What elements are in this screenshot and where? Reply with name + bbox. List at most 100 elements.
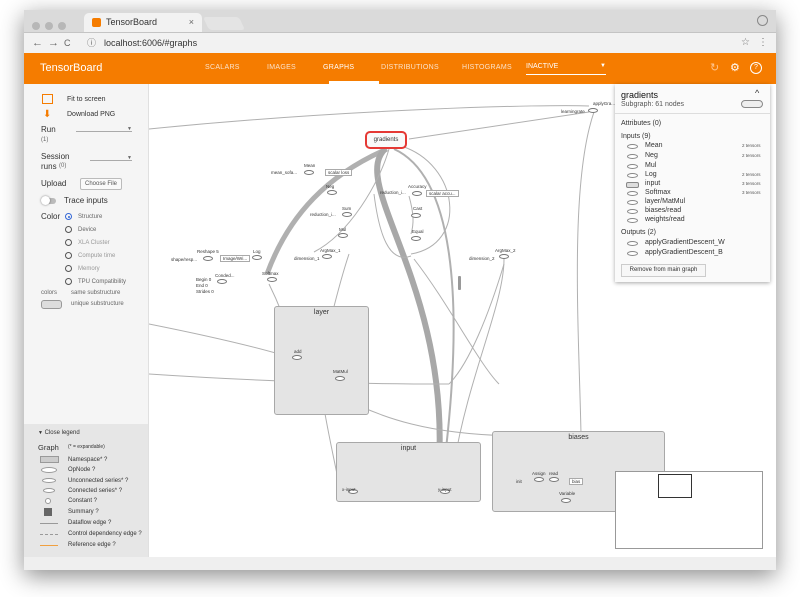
- input-name[interactable]: Softmax: [645, 189, 671, 196]
- browser-tab[interactable]: TensorBoard ×: [84, 13, 202, 32]
- node-label: mean_sofa...: [271, 170, 298, 175]
- op-node[interactable]: [335, 376, 345, 381]
- close-legend-button[interactable]: ▼ Close legend: [38, 430, 80, 436]
- output-name[interactable]: applyGradientDescent_W: [645, 239, 725, 246]
- chevron-down-icon: ▼: [38, 430, 43, 436]
- app-title: TensorBoard: [40, 62, 103, 74]
- gradients-node-selected[interactable]: gradients: [365, 131, 407, 149]
- inactive-plugins-dropdown[interactable]: INACTIVE ▼: [526, 63, 606, 75]
- download-icon[interactable]: ⬇: [43, 109, 54, 120]
- legend-dataflow-edge[interactable]: Dataflow edge ?: [68, 520, 111, 526]
- op-node[interactable]: [549, 477, 559, 482]
- node-label: Begin 0: [196, 277, 212, 282]
- input-name[interactable]: Mul: [645, 162, 656, 169]
- choose-file-button[interactable]: Choose File: [80, 178, 122, 190]
- run-label: Run: [41, 125, 56, 134]
- input-node-icon: [627, 200, 638, 205]
- output-name[interactable]: applyGradientDescent_B: [645, 249, 723, 256]
- account-icon[interactable]: [757, 15, 768, 26]
- tensorboard-toolbar: TensorBoard SCALARS IMAGES GRAPHS DISTRI…: [24, 53, 776, 84]
- download-png-button[interactable]: Download PNG: [67, 111, 115, 118]
- back-arrow-icon[interactable]: ←: [32, 36, 43, 50]
- op-node[interactable]: [412, 191, 422, 196]
- legend-namespace[interactable]: Namespace* ?: [68, 457, 107, 463]
- bookmark-star-icon[interactable]: ☆: [741, 36, 750, 50]
- color-radio-compute-time[interactable]: [65, 252, 72, 259]
- input-namespace-node[interactable]: input: [336, 442, 481, 502]
- input-name[interactable]: biases/read: [645, 207, 681, 214]
- color-radio-xla[interactable]: [65, 239, 72, 246]
- trace-inputs-toggle[interactable]: [41, 196, 56, 205]
- op-node[interactable]: [338, 233, 348, 238]
- op-node[interactable]: [411, 236, 421, 241]
- remove-from-main-graph-button[interactable]: Remove from main graph: [621, 264, 706, 277]
- op-node[interactable]: [411, 213, 421, 218]
- op-node[interactable]: [267, 277, 277, 282]
- legend-summary[interactable]: Summary ?: [68, 509, 99, 515]
- graph-minimap[interactable]: [615, 471, 763, 549]
- minimap-viewport[interactable]: [658, 474, 692, 498]
- op-node[interactable]: [561, 498, 571, 503]
- input-name[interactable]: Neg: [645, 152, 658, 159]
- legend-unconnected-series[interactable]: Unconnected series* ?: [68, 478, 128, 484]
- browser-menu-icon[interactable]: ⋮: [758, 36, 768, 50]
- tab-histograms[interactable]: HISTOGRAMS: [462, 64, 512, 71]
- op-node[interactable]: [499, 254, 509, 259]
- browser-tab-strip: TensorBoard ×: [24, 10, 776, 33]
- url-field[interactable]: localhost:6006/#graphs: [104, 36, 197, 50]
- color-option-tpu[interactable]: TPU Compatibility: [78, 279, 126, 285]
- op-node[interactable]: [252, 255, 262, 260]
- tab-scalars[interactable]: SCALARS: [205, 64, 240, 71]
- op-node[interactable]: [322, 254, 332, 259]
- tab-graphs[interactable]: GRAPHS: [323, 64, 354, 71]
- color-option-xla[interactable]: XLA Cluster: [78, 240, 110, 246]
- color-radio-device[interactable]: [65, 226, 72, 233]
- color-option-structure[interactable]: Structure: [78, 214, 102, 220]
- fit-to-screen-button[interactable]: Fit to screen: [67, 96, 106, 103]
- color-radio-memory[interactable]: [65, 265, 72, 272]
- collapse-panel-icon[interactable]: ^: [755, 88, 759, 98]
- op-node[interactable]: [292, 355, 302, 360]
- input-name[interactable]: input: [645, 180, 660, 187]
- unique-substructure-swatch: [41, 300, 62, 309]
- input-name[interactable]: Log: [645, 171, 657, 178]
- opnode-legend-icon: [41, 467, 57, 473]
- color-option-device[interactable]: Device: [78, 227, 96, 233]
- color-radio-tpu[interactable]: [65, 278, 72, 285]
- layer-namespace-node[interactable]: layer: [274, 306, 369, 415]
- fit-to-screen-icon[interactable]: [42, 94, 53, 104]
- input-name[interactable]: weights/read: [645, 216, 685, 223]
- legend-connected-series[interactable]: Connected series* ?: [68, 488, 122, 494]
- color-radio-structure[interactable]: [65, 213, 72, 220]
- attributes-heading: Attributes (0): [621, 120, 662, 127]
- color-option-compute-time[interactable]: Compute time: [78, 253, 115, 259]
- scroll-handle[interactable]: [458, 276, 461, 290]
- color-option-memory[interactable]: Memory: [78, 266, 100, 272]
- help-icon[interactable]: ?: [750, 62, 762, 74]
- tab-distributions[interactable]: DISTRIBUTIONS: [381, 64, 439, 71]
- new-tab-button[interactable]: [202, 17, 246, 30]
- op-node[interactable]: [534, 477, 544, 482]
- forward-arrow-icon[interactable]: →: [48, 36, 59, 50]
- session-runs-select[interactable]: [90, 160, 132, 161]
- op-node[interactable]: [304, 170, 314, 175]
- site-info-icon[interactable]: ⓘ: [87, 36, 96, 50]
- op-node[interactable]: [588, 108, 598, 113]
- legend-reference-edge[interactable]: Reference edge ?: [68, 542, 116, 548]
- op-node[interactable]: [327, 190, 337, 195]
- refresh-icon[interactable]: ↻: [710, 61, 719, 74]
- input-name[interactable]: Mean: [645, 142, 663, 149]
- input-name[interactable]: layer/MatMul: [645, 198, 685, 205]
- upload-label: Upload: [41, 179, 67, 188]
- legend-constant[interactable]: Constant ?: [68, 498, 97, 504]
- legend-opnode[interactable]: OpNode ?: [68, 467, 95, 473]
- op-node[interactable]: [217, 279, 227, 284]
- settings-gear-icon[interactable]: ⚙: [730, 61, 740, 74]
- op-node[interactable]: [342, 212, 352, 217]
- reload-icon[interactable]: C: [64, 36, 71, 50]
- op-node[interactable]: [203, 256, 213, 261]
- tab-close-icon[interactable]: ×: [189, 13, 194, 32]
- legend-control-dependency-edge[interactable]: Control dependency edge ?: [68, 531, 142, 537]
- tab-images[interactable]: IMAGES: [267, 64, 296, 71]
- run-select[interactable]: [76, 131, 132, 132]
